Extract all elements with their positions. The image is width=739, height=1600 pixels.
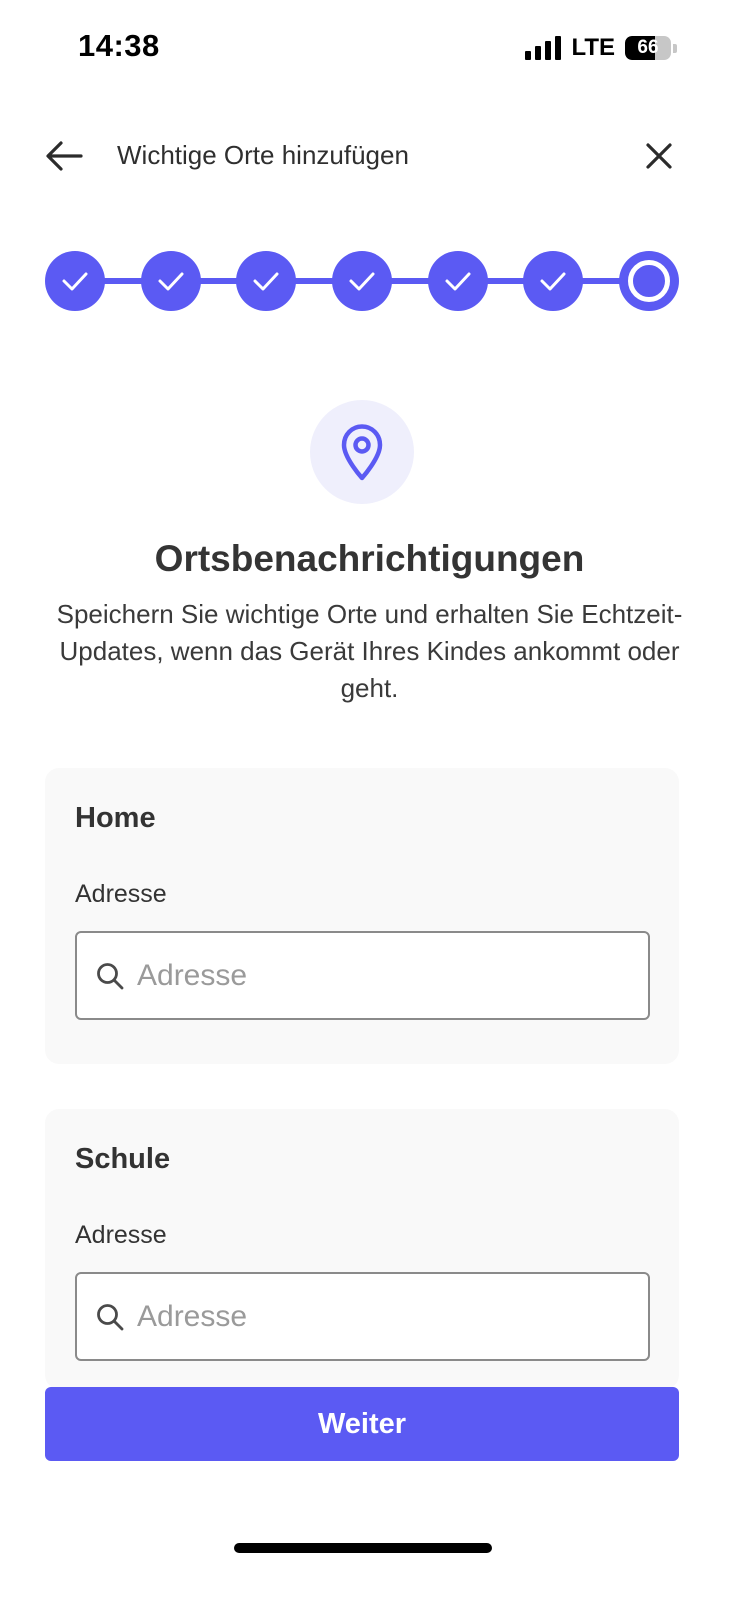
battery-tip bbox=[673, 43, 677, 53]
address-field-school[interactable] bbox=[75, 1272, 650, 1361]
search-icon bbox=[93, 959, 127, 993]
continue-button[interactable]: Weiter bbox=[45, 1387, 679, 1461]
check-icon bbox=[349, 272, 375, 291]
search-icon bbox=[93, 1300, 127, 1334]
check-icon bbox=[445, 272, 471, 291]
step-completed bbox=[236, 251, 296, 311]
signal-icon bbox=[525, 36, 562, 60]
location-pin-icon bbox=[341, 424, 383, 481]
step-completed bbox=[141, 251, 201, 311]
section-description: Speichern Sie wichtige Orte und erhalten… bbox=[56, 599, 683, 703]
place-card-home: Home Adresse bbox=[45, 768, 679, 1064]
close-icon bbox=[646, 143, 672, 169]
section-title: Ortsbenachrichtigungen bbox=[154, 538, 585, 579]
step-completed bbox=[45, 251, 105, 311]
status-bar: 14:38 LTE 66 bbox=[0, 0, 739, 100]
place-card-school: Schule Adresse bbox=[45, 1109, 679, 1389]
check-icon bbox=[158, 272, 184, 291]
step-completed bbox=[428, 251, 488, 311]
address-input-home[interactable] bbox=[137, 958, 617, 993]
step-completed bbox=[332, 251, 392, 311]
address-field-home[interactable] bbox=[75, 931, 650, 1020]
check-icon bbox=[540, 272, 566, 291]
progress-stepper bbox=[45, 251, 679, 311]
address-label: Adresse bbox=[75, 1221, 167, 1249]
check-icon bbox=[62, 272, 88, 291]
header: Wichtige Orte hinzufügen bbox=[0, 126, 739, 186]
battery-level: 66 bbox=[637, 37, 659, 58]
battery-icon: 66 bbox=[625, 36, 671, 60]
step-completed bbox=[523, 251, 583, 311]
check-icon bbox=[253, 272, 279, 291]
address-input-school[interactable] bbox=[137, 1299, 617, 1334]
home-indicator[interactable] bbox=[234, 1543, 492, 1553]
address-label: Adresse bbox=[75, 880, 167, 908]
status-time: 14:38 bbox=[78, 28, 160, 63]
page-title: Wichtige Orte hinzufügen bbox=[117, 140, 409, 170]
place-title: Home bbox=[75, 802, 156, 834]
network-type: LTE bbox=[571, 34, 615, 61]
place-title: Schule bbox=[75, 1143, 171, 1175]
arrow-left-icon bbox=[46, 141, 83, 171]
close-button[interactable] bbox=[637, 134, 681, 178]
step-current bbox=[619, 251, 679, 311]
location-pin-badge bbox=[310, 400, 414, 504]
step-current-indicator bbox=[628, 260, 670, 302]
status-indicators: LTE 66 bbox=[525, 34, 677, 62]
back-button[interactable] bbox=[42, 134, 86, 178]
